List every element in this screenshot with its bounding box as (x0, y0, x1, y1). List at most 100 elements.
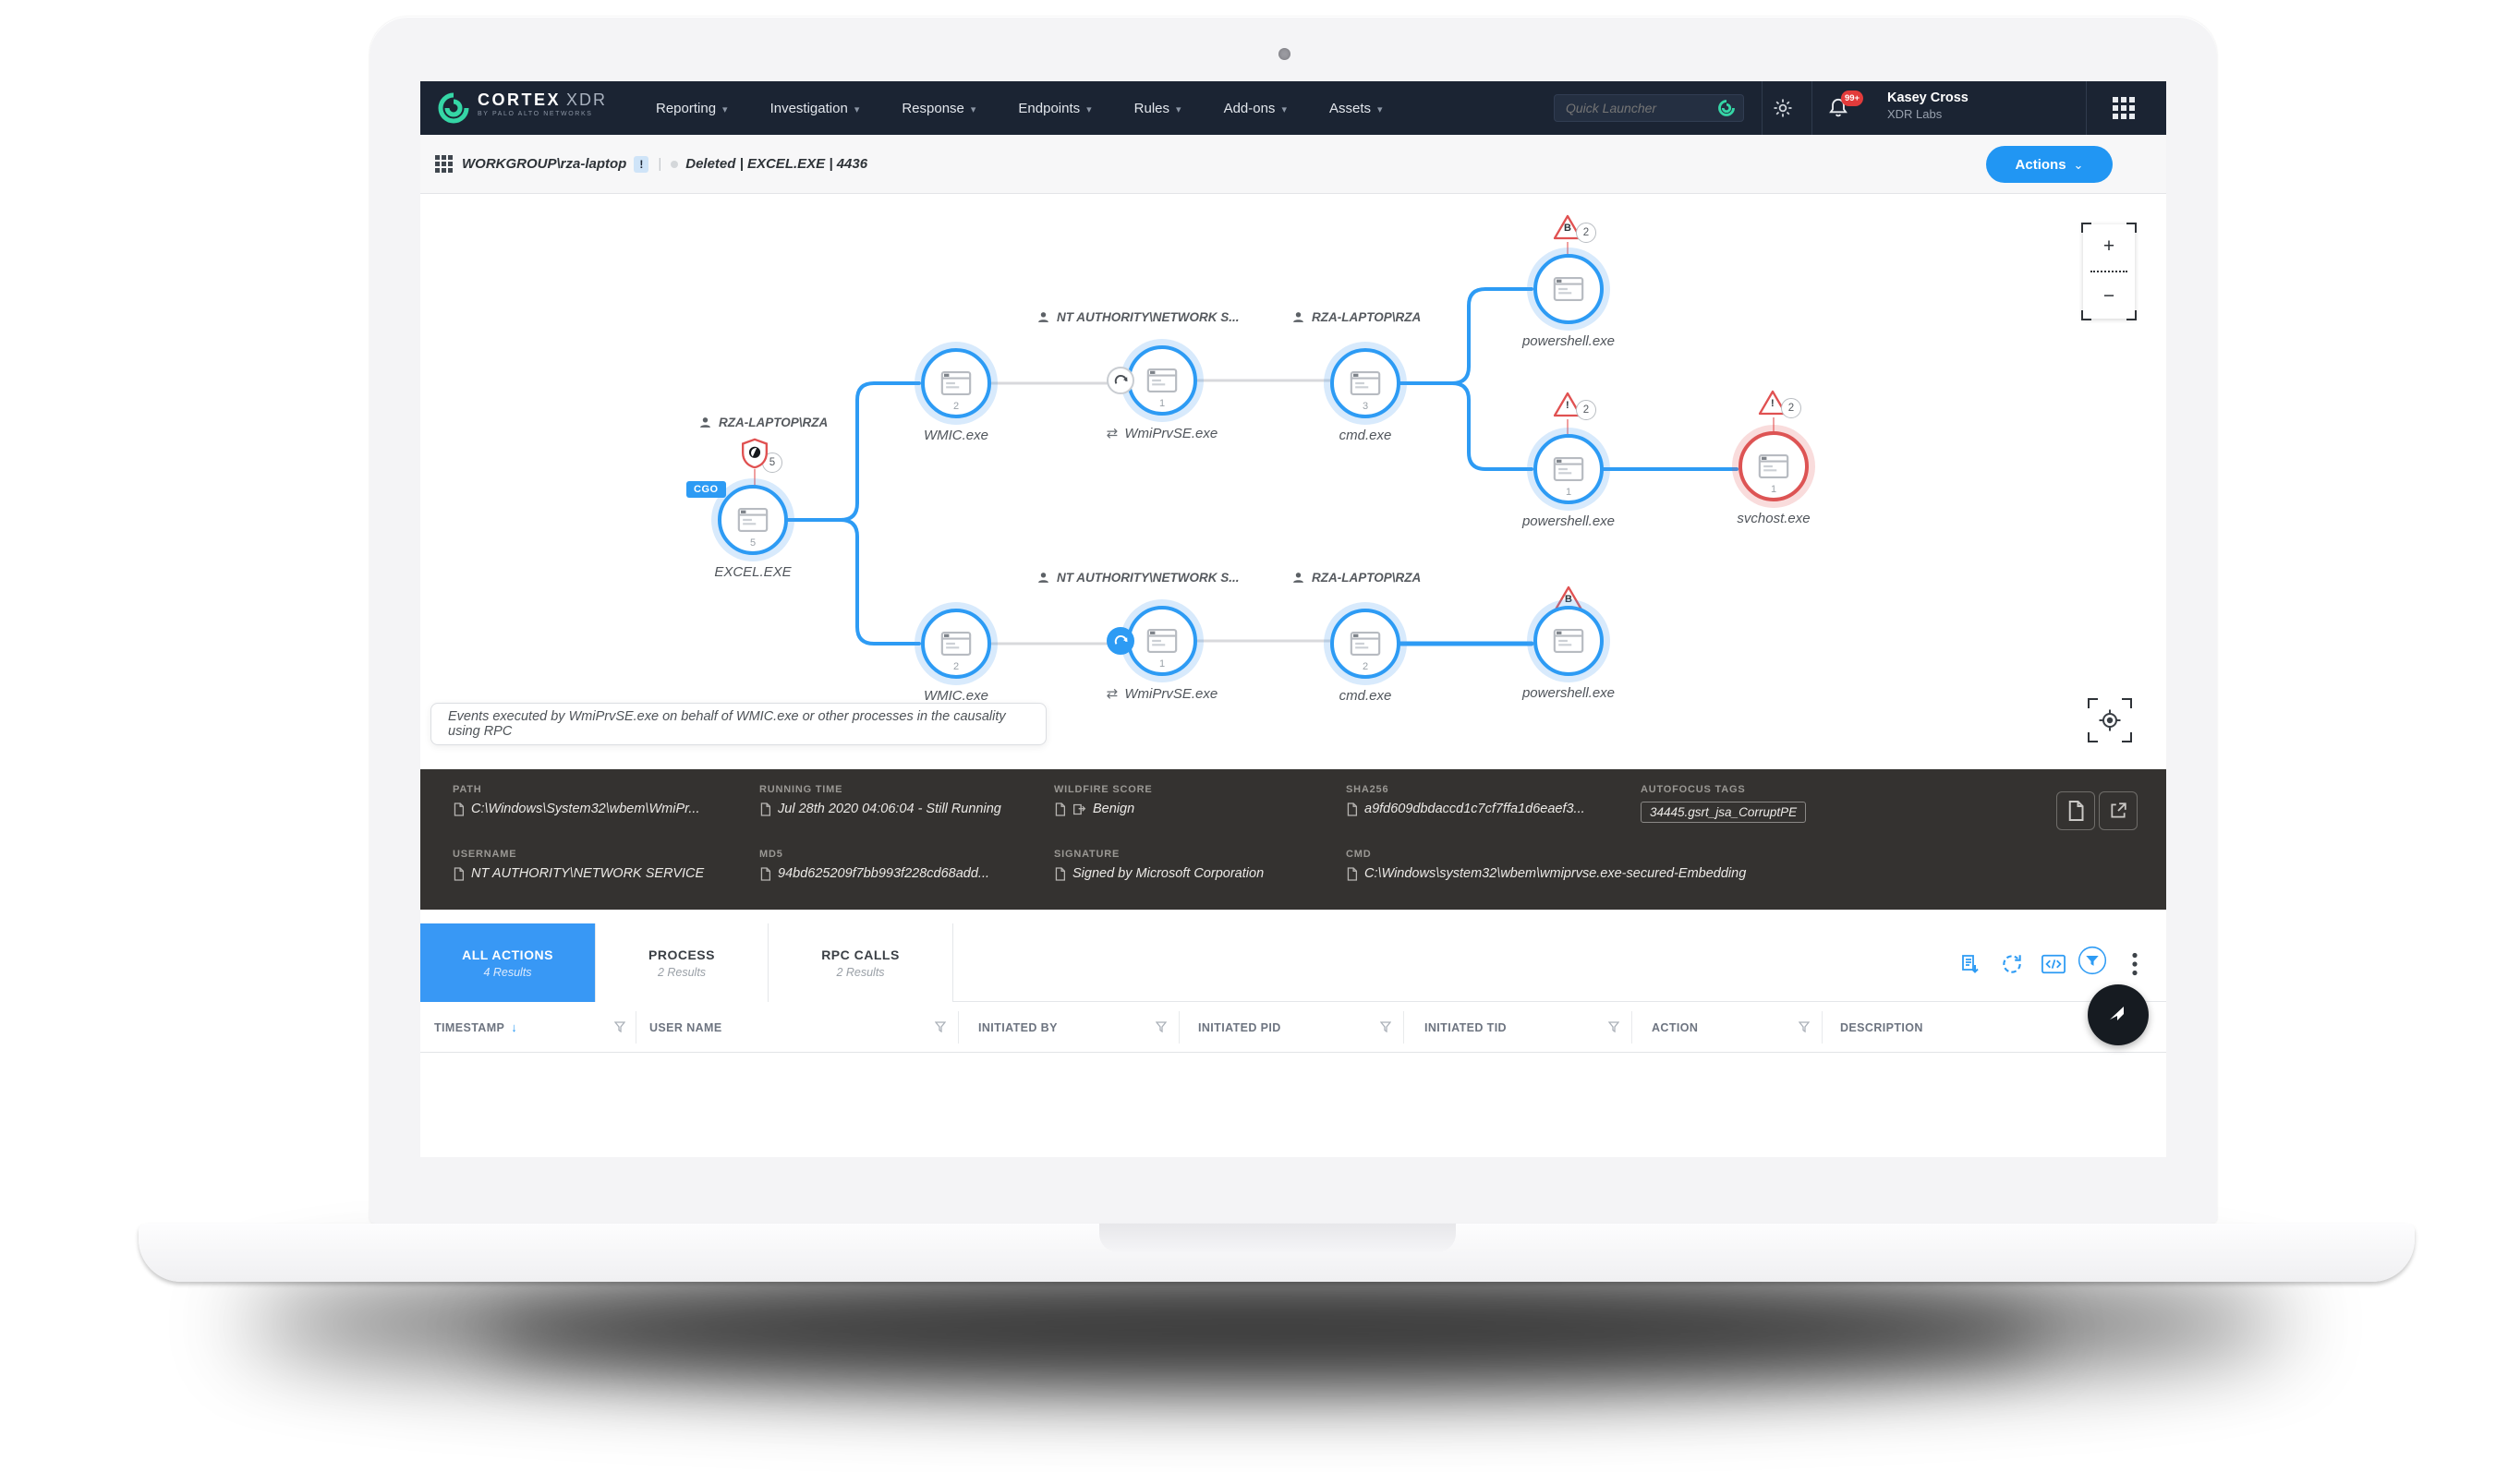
nav-item-rules[interactable]: Rules (1134, 101, 1181, 116)
process-node-powershell[interactable]: 1 powershell.exe (1533, 434, 1604, 504)
host-grid-icon (435, 155, 453, 173)
nav-item-assets[interactable]: Assets (1329, 101, 1383, 116)
node-user-label: NT AUTHORITY\NETWORK S... (1037, 310, 1240, 324)
node-label: ⇄WmiPrvSE.exe (1070, 685, 1254, 702)
app-switcher-grid-icon[interactable] (2113, 97, 2135, 119)
node-user-label: RZA-LAPTOP\RZA (1292, 310, 1421, 324)
node-label: powershell.exe (1476, 513, 1661, 529)
report-export-icon (1072, 802, 1086, 816)
document-icon (1346, 802, 1358, 816)
notifications-bell-icon[interactable]: 99+ (1826, 96, 1850, 120)
filter-funnel-icon[interactable] (1156, 1021, 1167, 1032)
tab-process[interactable]: PROCESS 2 Results (596, 923, 769, 1002)
process-node-excel[interactable]: CGO 5 EXCEL.EXE (718, 485, 788, 555)
execution-arrow-badge[interactable] (1107, 367, 1134, 394)
settings-gear-icon[interactable] (1772, 97, 1794, 119)
zoom-out-button[interactable]: − (2083, 285, 2135, 308)
field-sha256: SHA256 a9fd609dbdaccd1c7cf7ffa1d6eaef3..… (1346, 784, 1585, 816)
execution-arrow-badge-selected[interactable] (1107, 627, 1134, 655)
tree-connectors (420, 194, 2166, 769)
user-name: Kasey Cross (1887, 90, 1969, 107)
alert-shield-icon[interactable] (742, 438, 768, 469)
more-options-kebab-icon[interactable] (2120, 949, 2150, 979)
nav-item-endpoints[interactable]: Endpoints (1018, 101, 1091, 116)
alert-count-bubble[interactable]: 2 (1576, 400, 1596, 420)
process-icon (1350, 632, 1381, 656)
document-icon (759, 802, 771, 816)
brand-block[interactable]: CORTEXXDR BY PALO ALTO NETWORKS (478, 90, 607, 117)
document-icon (1346, 867, 1358, 881)
host-alert-badge[interactable]: ! (634, 156, 648, 173)
process-icon (1350, 371, 1381, 395)
column-header-user-name[interactable]: USER NAME (649, 1002, 722, 1053)
process-node-cmd[interactable]: 3 cmd.exe (1330, 348, 1400, 418)
column-header-initiated-tid[interactable]: INITIATED TID (1424, 1002, 1507, 1053)
process-node-powershell[interactable]: powershell.exe (1533, 606, 1604, 676)
column-header-timestamp[interactable]: TIMESTAMP↓ (434, 1002, 517, 1053)
node-label: powershell.exe (1476, 333, 1661, 349)
export-results-icon[interactable] (1956, 949, 1985, 979)
column-header-description[interactable]: DESCRIPTION (1840, 1002, 1923, 1053)
process-node-svchost[interactable]: 1 svchost.exe (1739, 431, 1809, 501)
quick-launcher-input[interactable] (1566, 101, 1717, 115)
open-external-button[interactable] (2099, 791, 2138, 830)
notification-count-badge: 99+ (1841, 90, 1863, 106)
tab-all-actions[interactable]: ALL ACTIONS 4 Results (420, 923, 596, 1002)
process-node-wmiprvse[interactable]: 1 ⇄WmiPrvSE.exe (1127, 345, 1197, 416)
filter-funnel-icon[interactable] (1799, 1021, 1810, 1032)
breadcrumb-host[interactable]: WORKGROUP\rza-laptop (462, 156, 626, 172)
process-icon (1553, 629, 1584, 653)
column-header-initiated-by[interactable]: INITIATED BY (978, 1002, 1058, 1053)
filter-funnel-icon[interactable] (935, 1021, 946, 1032)
autofocus-tag[interactable]: 34445.gsrt_jsa_CorruptPE (1641, 802, 1806, 823)
zoom-divider (2090, 271, 2127, 272)
process-icon (1553, 457, 1584, 481)
node-label: EXCEL.EXE (660, 564, 845, 580)
report-document-button[interactable] (2056, 791, 2095, 830)
column-header-action[interactable]: ACTION (1652, 1002, 1698, 1053)
tab-rpc-calls[interactable]: RPC CALLS 2 Results (769, 923, 953, 1002)
navbar-divider (2086, 81, 2087, 135)
actions-button[interactable]: Actions⌄ (1986, 146, 2113, 183)
process-node-wmic[interactable]: 2 WMIC.exe (921, 348, 991, 418)
node-label: powershell.exe (1476, 685, 1661, 701)
zoom-control[interactable]: + − (2083, 224, 2135, 319)
causality-canvas[interactable]: RZA-LAPTOP\RZA NT AUTHORITY\NETWORK S...… (420, 194, 2166, 769)
document-icon (1054, 867, 1066, 881)
process-node-powershell[interactable]: powershell.exe (1533, 254, 1604, 324)
app-screen: CORTEXXDR BY PALO ALTO NETWORKS Reportin… (420, 81, 2166, 1157)
filter-icon[interactable] (2078, 946, 2107, 975)
center-focus-button[interactable] (2090, 700, 2130, 741)
nav-item-reporting[interactable]: Reporting (656, 101, 728, 116)
quick-launcher[interactable] (1554, 94, 1744, 122)
nav-item-investigation[interactable]: Investigation (770, 101, 860, 116)
process-node-wmiprvse[interactable]: 1 ⇄WmiPrvSE.exe (1127, 606, 1197, 676)
zoom-in-button[interactable]: + (2083, 235, 2135, 258)
person-icon (699, 416, 711, 428)
process-node-cmd[interactable]: 2 cmd.exe (1330, 609, 1400, 679)
person-icon (1292, 311, 1304, 323)
filter-funnel-icon[interactable] (1380, 1021, 1391, 1032)
column-header-initiated-pid[interactable]: INITIATED PID (1198, 1002, 1281, 1053)
refresh-icon[interactable] (1997, 949, 2027, 979)
nav-item-response[interactable]: Response (902, 101, 975, 116)
cortex-logo-icon[interactable] (437, 91, 470, 125)
chat-widget-button[interactable] (2088, 984, 2149, 1045)
alert-count-bubble[interactable]: 2 (1576, 223, 1596, 243)
main-nav: Reporting Investigation Response Endpoin… (656, 81, 1383, 135)
process-icon (1146, 368, 1178, 392)
filter-funnel-icon[interactable] (614, 1021, 625, 1032)
node-label: cmd.exe (1273, 688, 1458, 704)
process-node-wmic[interactable]: 2 WMIC.exe (921, 609, 991, 679)
nav-item-addons[interactable]: Add-ons (1224, 101, 1287, 116)
process-icon (1146, 629, 1178, 653)
process-icon (940, 632, 972, 656)
query-code-icon[interactable] (2039, 949, 2068, 979)
badge-connector (1567, 242, 1569, 255)
user-menu[interactable]: Kasey Cross XDR Labs (1887, 90, 1969, 123)
navbar-divider (1762, 81, 1763, 135)
filter-funnel-icon[interactable] (1608, 1021, 1619, 1032)
person-icon (1037, 311, 1049, 323)
alert-count-bubble[interactable]: 2 (1781, 398, 1801, 418)
laptop-base-notch (1099, 1224, 1456, 1252)
